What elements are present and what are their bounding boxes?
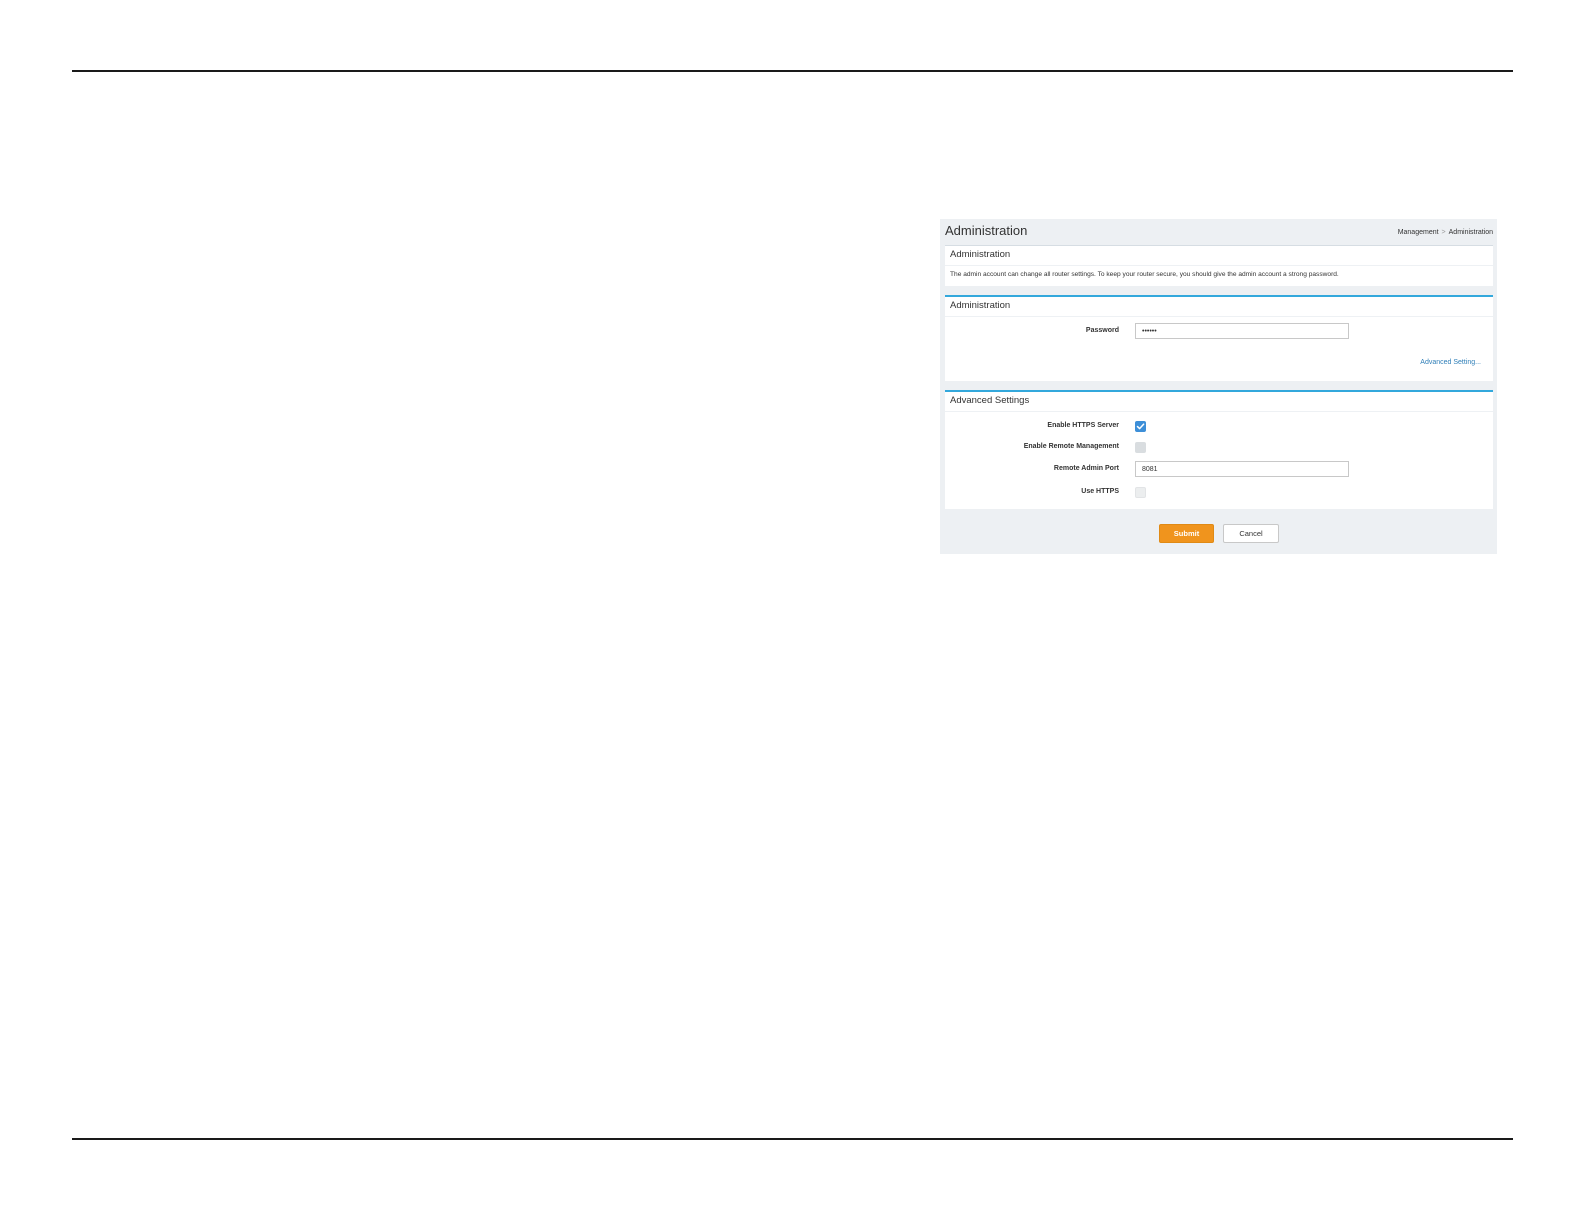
page-title: Administration [945,223,1028,238]
top-rule [72,70,1513,72]
https-server-row: Enable HTTPS Server [945,418,1493,436]
https-server-checkbox[interactable] [1135,421,1146,432]
breadcrumb-parent[interactable]: Management [1398,229,1439,236]
check-icon [1136,423,1145,430]
https-server-label: Enable HTTPS Server [1047,422,1119,429]
breadcrumb-separator: > [1441,229,1446,236]
remote-admin-port-field[interactable] [1135,461,1349,477]
cancel-button[interactable]: Cancel [1223,524,1279,543]
remote-admin-port-label: Remote Admin Port [1053,465,1119,472]
password-field[interactable] [1135,323,1349,339]
advanced-settings-title: Advanced Settings [945,392,1493,412]
router-admin-screenshot: Administration Management > Administration… [940,219,1497,554]
password-label: Password [1085,327,1119,334]
remote-management-label: Enable Remote Management [1023,443,1119,450]
info-panel-title: Administration [945,246,1493,266]
password-row: Password [945,323,1493,341]
remote-management-row: Enable Remote Management [945,439,1493,457]
bottom-rule [72,1138,1513,1140]
advanced-setting-link[interactable]: Advanced Setting... [1420,359,1481,366]
breadcrumb: Management > Administration [1398,229,1493,236]
info-panel: Administration The admin account can cha… [945,245,1493,286]
info-panel-text: The admin account can change all router … [950,271,1339,278]
use-https-row: Use HTTPS [945,484,1493,502]
submit-button[interactable]: Submit [1159,524,1214,543]
use-https-checkbox[interactable] [1135,487,1146,498]
remote-management-checkbox[interactable] [1135,442,1146,453]
admin-panel: Administration Password Advanced Setting… [945,295,1493,381]
remote-admin-port-row: Remote Admin Port [945,461,1493,479]
use-https-label: Use HTTPS [1081,488,1119,495]
page-header: Administration Management > Administration [940,219,1497,245]
breadcrumb-current: Administration [1448,229,1493,236]
admin-panel-title: Administration [945,297,1493,317]
advanced-settings-panel: Advanced Settings Enable HTTPS Server En… [945,390,1493,509]
